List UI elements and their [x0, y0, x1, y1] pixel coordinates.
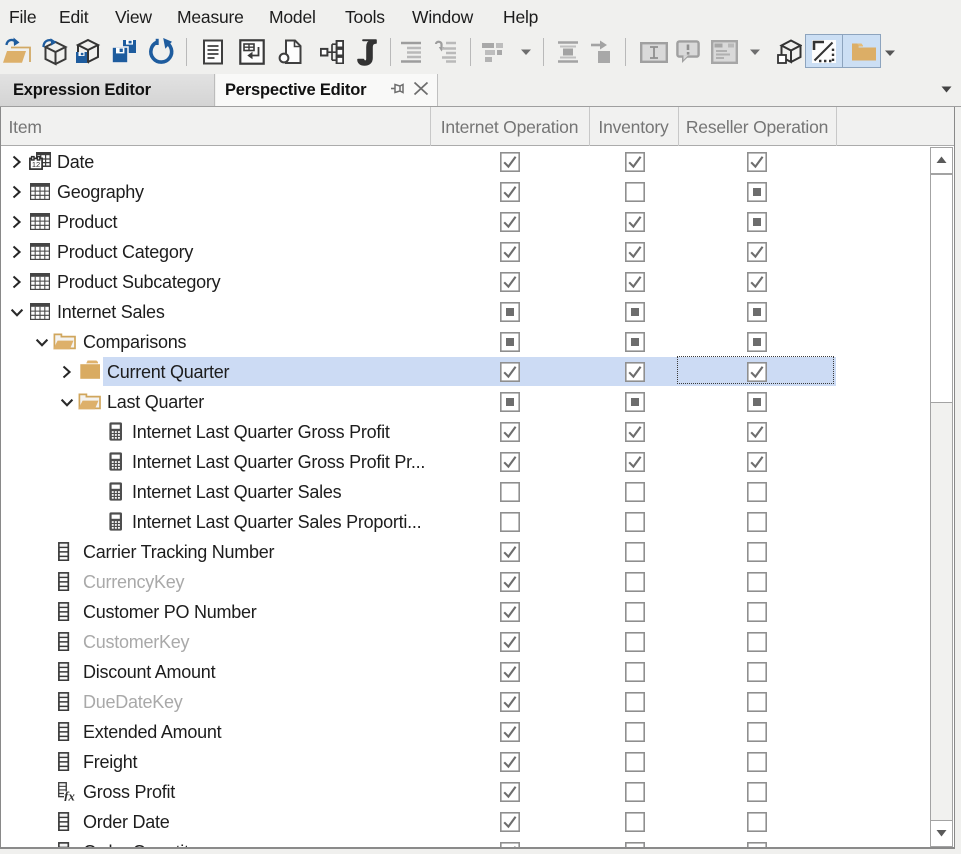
svg-text:12: 12: [32, 160, 40, 169]
svg-text:fx: fx: [64, 789, 75, 801]
